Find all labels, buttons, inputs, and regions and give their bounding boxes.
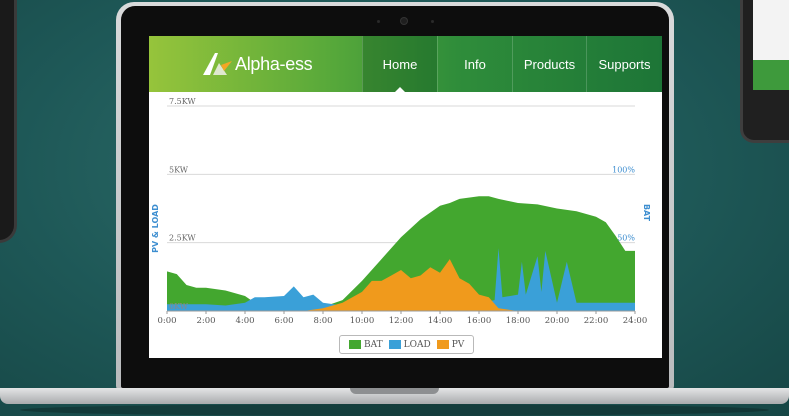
load-swatch bbox=[388, 340, 401, 349]
nav-info[interactable]: Info bbox=[437, 36, 512, 92]
x-tick-label: 8:00 bbox=[313, 316, 332, 326]
legend-pv[interactable]: PV bbox=[436, 339, 465, 350]
power-chart: 2.5KW 5KW 7.5KW 0KW 50% 100% 0:00 2:00 4:00 6:00 8… bbox=[151, 97, 651, 326]
y-tick-label: 2.5KW bbox=[169, 234, 196, 243]
logo-text: Alpha-ess bbox=[235, 53, 313, 74]
y-tick-label: 5KW bbox=[169, 165, 189, 174]
legend-bat-label: BAT bbox=[364, 339, 383, 350]
site-header: Alpha-ess Home Info Products Supports bbox=[149, 36, 662, 93]
legend-load[interactable]: LOAD bbox=[388, 339, 431, 350]
x-tick-label: 24:00 bbox=[623, 316, 648, 326]
nav-supports[interactable]: Supports bbox=[586, 36, 662, 92]
main-nav: Home Info Products Supports bbox=[362, 36, 662, 93]
site-logo[interactable]: Alpha-ess bbox=[201, 50, 313, 78]
laptop-notch bbox=[350, 388, 439, 394]
legend-load-label: LOAD bbox=[403, 339, 431, 350]
x-tick-label: 0:00 bbox=[157, 316, 176, 326]
nav-products-label: Products bbox=[523, 56, 576, 72]
chart-legend: BAT LOAD PV bbox=[339, 335, 475, 354]
nav-home-label: Home bbox=[382, 56, 418, 72]
pv-swatch bbox=[436, 340, 449, 349]
bat-swatch bbox=[349, 340, 361, 349]
right-tick-label: 50% bbox=[617, 234, 635, 243]
legend-pv-label: PV bbox=[451, 339, 465, 350]
x-tick-label: 12:00 bbox=[389, 316, 414, 326]
x-tick-label: 6:00 bbox=[274, 316, 293, 326]
x-tick-label: 18:00 bbox=[506, 316, 531, 326]
laptop-shadow bbox=[20, 404, 769, 416]
x-tick-label: 22:00 bbox=[584, 316, 609, 326]
nav-home[interactable]: Home bbox=[362, 36, 437, 93]
x-tick-label: 16:00 bbox=[467, 316, 492, 326]
sensor-dot bbox=[377, 20, 380, 23]
phone-device bbox=[0, 0, 17, 243]
right-axis-title: BAT bbox=[642, 204, 651, 222]
tablet-device bbox=[740, 0, 789, 143]
x-tick-label: 20:00 bbox=[545, 316, 570, 326]
nav-info-label: Info bbox=[464, 56, 486, 72]
nav-supports-label: Supports bbox=[598, 56, 651, 72]
right-tick-label: 100% bbox=[612, 165, 635, 174]
sensor-dot bbox=[431, 20, 434, 23]
y-tick-label: 7.5KW bbox=[169, 97, 196, 106]
x-tick-label: 14:00 bbox=[428, 316, 453, 326]
legend-bat[interactable]: BAT bbox=[349, 340, 383, 350]
laptop-screen: Alpha-ess Home Info Products Supports 2.… bbox=[149, 36, 662, 358]
alpha-logo-icon bbox=[203, 53, 232, 75]
x-tick-label: 10:00 bbox=[350, 316, 375, 326]
x-tick-label: 4:00 bbox=[235, 316, 254, 326]
camera-icon bbox=[401, 18, 407, 24]
y-tick-label: 0KW bbox=[169, 302, 189, 311]
nav-products[interactable]: Products bbox=[512, 36, 586, 92]
x-tick-label: 2:00 bbox=[196, 316, 215, 326]
left-axis-title: PV & LOAD bbox=[151, 204, 160, 253]
